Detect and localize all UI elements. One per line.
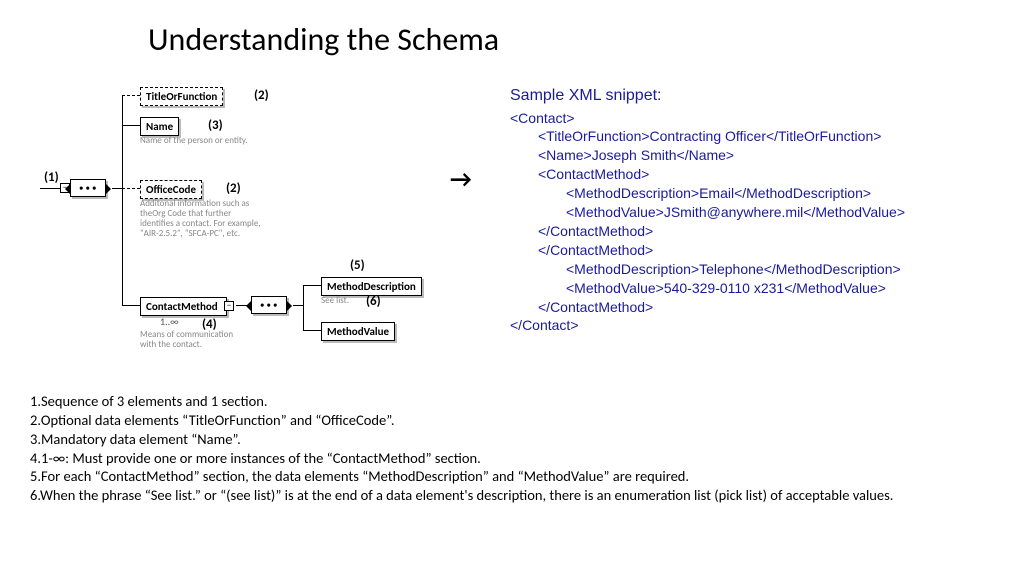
xml-line: <MethodDescription>Telephone</MethodDesc…	[510, 260, 905, 279]
xml-line: <MethodValue>JSmith@anywhere.mil</Method…	[510, 203, 905, 222]
xml-line: </ContactMethod>	[510, 222, 905, 241]
page-title: Understanding the Schema	[148, 20, 499, 59]
note-1: 1.Sequence of 3 elements and 1 section.	[30, 392, 994, 411]
note-5: 5.For each “ContactMethod” section, the …	[30, 467, 994, 486]
xml-line: <Contact>	[510, 109, 905, 128]
note-2: 2.Optional data elements “TitleOrFunctio…	[30, 411, 994, 430]
annotation-5: (5)	[350, 258, 365, 273]
sequence-box-root: •••	[70, 179, 106, 197]
xml-line: <TitleOrFunction>Contracting Officer</Ti…	[510, 127, 905, 146]
schema-diagram: − ••• (1) TitleOrFunction (2) Name (3) N…	[40, 80, 500, 360]
desc-office-code: Additonal information such as theOrg Cod…	[140, 199, 265, 239]
xml-line: </ContactMethod>	[510, 298, 905, 317]
desc-name: Name of the person or entity.	[140, 136, 250, 146]
annotation-2b: (2)	[226, 181, 241, 196]
xml-line: </ContactMethod>	[510, 241, 905, 260]
sequence-box-cm: •••	[251, 296, 287, 314]
node-name: Name	[140, 117, 179, 136]
node-contact-method: ContactMethod	[140, 297, 227, 316]
explanation-notes: 1.Sequence of 3 elements and 1 section. …	[30, 392, 994, 505]
expand-toggle-cm: −	[224, 301, 234, 311]
node-title-or-function: TitleOrFunction	[140, 87, 223, 106]
annotation-6: (6)	[366, 294, 381, 309]
sample-xml-block: Sample XML snippet: <Contact> <TitleOrFu…	[510, 85, 905, 335]
annotation-1: (1)	[44, 170, 59, 185]
node-office-code: OfficeCode	[140, 180, 202, 199]
node-method-value: MethodValue	[321, 322, 395, 341]
cardinality-contact-method: 1..∞	[160, 315, 179, 328]
annotation-3: (3)	[208, 118, 223, 133]
xml-line: <MethodValue>540-329-0110 x231</MethodVa…	[510, 279, 905, 298]
note-6: 6.When the phrase “See list.” or “(see l…	[30, 486, 994, 505]
arrow-icon: →	[450, 165, 472, 194]
xml-line: <Name>Joseph Smith</Name>	[510, 146, 905, 165]
desc-contact-method: Means of communication with the contact.	[140, 330, 250, 350]
xml-line: </Contact>	[510, 316, 905, 335]
annotation-2a: (2)	[254, 88, 269, 103]
xml-line: <ContactMethod>	[510, 165, 905, 184]
note-3: 3.Mandatory data element “Name”.	[30, 430, 994, 449]
xml-line: <MethodDescription>Email</MethodDescript…	[510, 184, 905, 203]
xml-header: Sample XML snippet:	[510, 85, 905, 107]
note-4: 4.1-∞: Must provide one or more instance…	[30, 449, 994, 468]
